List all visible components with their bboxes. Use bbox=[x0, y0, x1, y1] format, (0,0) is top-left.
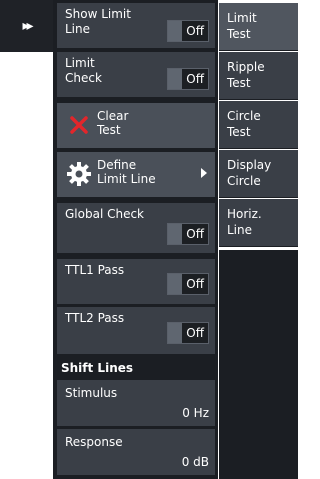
double-chevron-right-icon: ▸▸ bbox=[22, 18, 33, 34]
ttl2-pass-value: Off bbox=[186, 326, 204, 340]
show-limit-line-label: Show Limit Line bbox=[65, 7, 131, 36]
clear-test-label: Clear Test bbox=[97, 109, 129, 137]
ttl2-pass-toggle[interactable]: Off bbox=[167, 322, 209, 344]
define-limit-line-label: Define Limit Line bbox=[97, 158, 156, 186]
limit-check-value: Off bbox=[186, 72, 204, 86]
tab-display-circle[interactable]: Display Circle bbox=[219, 150, 298, 198]
left-strip bbox=[0, 0, 53, 479]
ttl1-pass-button[interactable]: TTL1 Pass Off bbox=[57, 259, 215, 304]
global-check-value: Off bbox=[186, 227, 204, 241]
ttl1-pass-label: TTL1 Pass bbox=[65, 263, 125, 277]
gear-icon bbox=[65, 160, 93, 188]
stimulus-field[interactable]: Stimulus 0 Hz bbox=[57, 380, 215, 426]
chevron-right-icon bbox=[201, 168, 207, 178]
ttl1-pass-value: Off bbox=[186, 277, 204, 291]
tab-panel-fill bbox=[219, 250, 298, 479]
toggle-knob bbox=[168, 69, 182, 89]
global-check-label: Global Check bbox=[65, 207, 145, 221]
toggle-knob bbox=[168, 323, 182, 343]
tab-display-circle-label: Display Circle bbox=[227, 158, 272, 188]
stimulus-value: 0 Hz bbox=[182, 406, 209, 420]
global-check-toggle[interactable]: Off bbox=[167, 223, 209, 245]
limit-check-button[interactable]: Limit Check Off bbox=[57, 52, 215, 97]
tab-circle-test-label: Circle Test bbox=[227, 109, 261, 139]
show-limit-line-value: Off bbox=[186, 24, 204, 38]
tab-limit-test[interactable]: Limit Test bbox=[219, 3, 298, 51]
tab-circle-test[interactable]: Circle Test bbox=[219, 101, 298, 149]
toggle-knob bbox=[168, 274, 182, 294]
tab-limit-test-label: Limit Test bbox=[227, 11, 257, 41]
show-limit-line-toggle[interactable]: Off bbox=[167, 20, 209, 42]
toggle-knob bbox=[168, 21, 182, 41]
toggle-knob bbox=[168, 224, 182, 244]
clear-test-button[interactable]: Clear Test bbox=[57, 103, 215, 148]
tab-ripple-test[interactable]: Ripple Test bbox=[219, 52, 298, 100]
ttl2-pass-button[interactable]: TTL2 Pass Off bbox=[57, 307, 215, 354]
response-field[interactable]: Response 0 dB bbox=[57, 429, 215, 475]
ttl1-pass-toggle[interactable]: Off bbox=[167, 273, 209, 295]
show-limit-line-button[interactable]: Show Limit Line Off bbox=[57, 3, 215, 48]
define-limit-line-button[interactable]: Define Limit Line bbox=[57, 152, 215, 197]
red-x-icon bbox=[65, 111, 93, 139]
tab-horiz-line-label: Horiz. Line bbox=[227, 207, 262, 237]
global-check-button[interactable]: Global Check Off bbox=[57, 203, 215, 253]
response-label: Response bbox=[65, 435, 123, 449]
ttl2-pass-label: TTL2 Pass bbox=[65, 311, 125, 325]
limit-check-label: Limit Check bbox=[65, 56, 102, 85]
expand-panel-button[interactable]: ▸▸ bbox=[0, 0, 53, 52]
tab-horiz-line[interactable]: Horiz. Line bbox=[219, 199, 298, 247]
limit-check-toggle[interactable]: Off bbox=[167, 68, 209, 90]
response-value: 0 dB bbox=[181, 455, 209, 469]
tab-ripple-test-label: Ripple Test bbox=[227, 60, 265, 90]
stimulus-label: Stimulus bbox=[65, 386, 118, 400]
shift-lines-heading: Shift Lines bbox=[61, 361, 134, 375]
